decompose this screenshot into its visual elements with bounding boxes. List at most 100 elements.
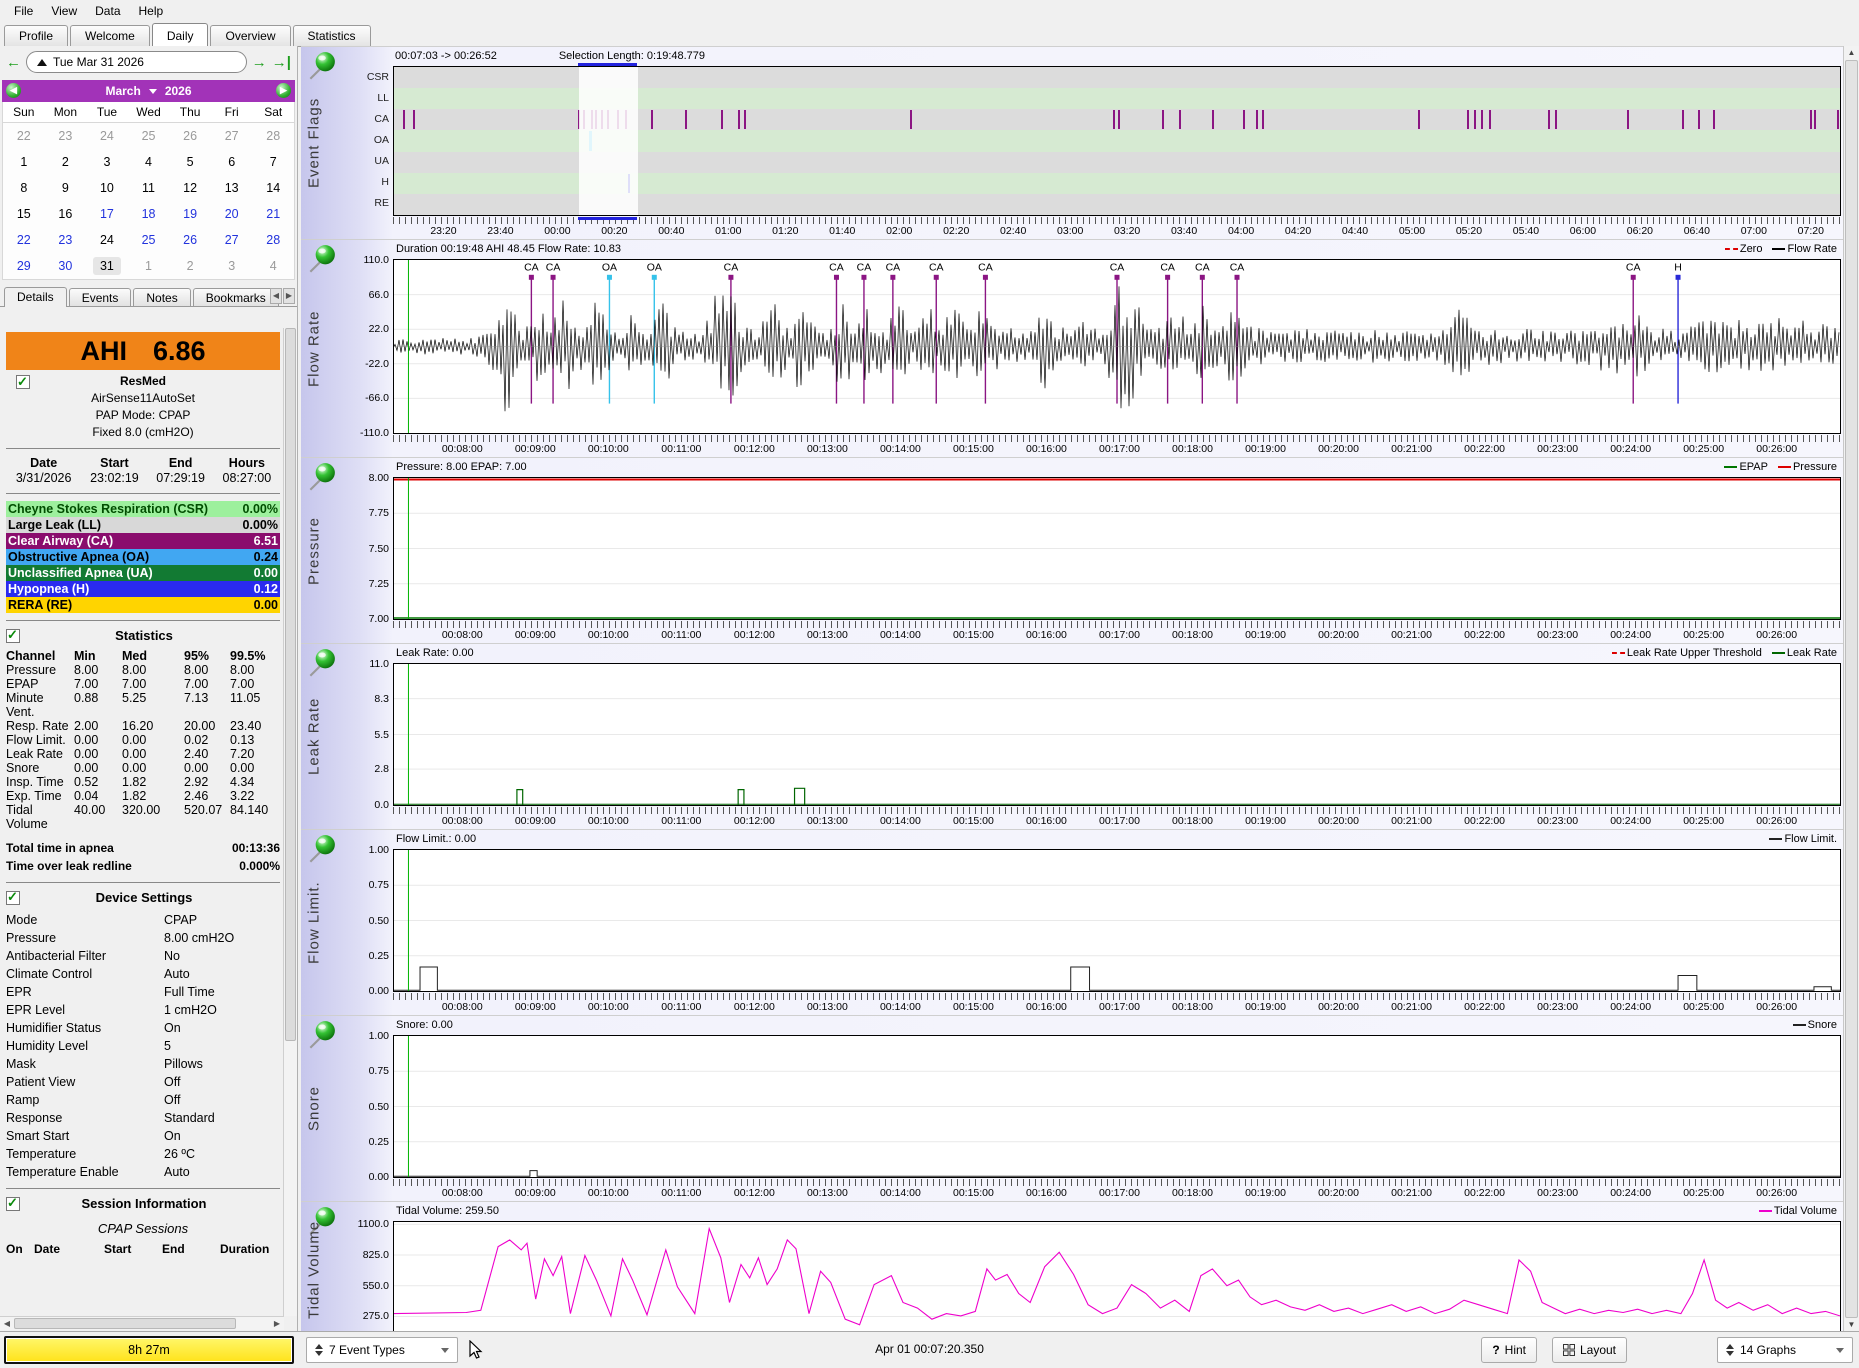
- scroll-right-icon[interactable]: ▶: [270, 1319, 284, 1328]
- calendar-day-3[interactable]: 3: [211, 259, 253, 273]
- calendar-day-9[interactable]: 9: [45, 181, 87, 195]
- calendar-day-27[interactable]: 27: [211, 233, 253, 247]
- calendar-day-8[interactable]: 8: [3, 181, 45, 195]
- calendar-day-27[interactable]: 27: [211, 129, 253, 143]
- chart-plot-area[interactable]: CSR LL CA OA UA H RE: [367, 66, 1841, 216]
- calendar-day-10[interactable]: 10: [86, 181, 128, 195]
- calendar-month[interactable]: March: [105, 84, 140, 98]
- stat-cell: 7.13: [184, 691, 209, 705]
- calendar-day-1[interactable]: 1: [3, 155, 45, 169]
- stat-cell: 0.00: [184, 761, 209, 775]
- calendar-day-24[interactable]: 24: [86, 129, 128, 143]
- calendar-day-25[interactable]: 25: [128, 129, 170, 143]
- session-info-checkbox[interactable]: [6, 1195, 20, 1211]
- calendar-day-29[interactable]: 29: [3, 259, 45, 273]
- detail-tabs-scroll-left-icon[interactable]: ◀: [270, 288, 282, 304]
- detail-tab-events[interactable]: Events: [68, 288, 132, 306]
- calendar-day-14[interactable]: 14: [252, 181, 294, 195]
- calendar-day-26[interactable]: 26: [169, 233, 211, 247]
- tab-daily[interactable]: Daily: [151, 23, 209, 47]
- calendar-day-24[interactable]: 24: [86, 233, 128, 247]
- graphs-dropdown[interactable]: 14 Graphs: [1717, 1337, 1853, 1363]
- calendar-day-6[interactable]: 6: [211, 155, 253, 169]
- y-axis-tick-label: 275.0: [362, 1310, 389, 1323]
- detail-tabs-scroll-right-icon[interactable]: ▶: [283, 288, 295, 304]
- calendar-day-28[interactable]: 28: [252, 129, 294, 143]
- calendar-day-30[interactable]: 30: [45, 259, 87, 273]
- statistics-checkbox[interactable]: [6, 627, 20, 643]
- tab-welcome[interactable]: Welcome: [70, 25, 150, 46]
- calendar-day-13[interactable]: 13: [211, 181, 253, 195]
- calendar-day-23[interactable]: 23: [45, 233, 87, 247]
- x-axis-tick-label: 06:00: [1569, 225, 1597, 237]
- tab-statistics[interactable]: Statistics: [292, 25, 371, 46]
- weekday-mon: Mon: [53, 105, 78, 119]
- menu-help[interactable]: Help: [131, 2, 172, 20]
- calendar-day-17[interactable]: 17: [86, 207, 128, 221]
- next-day-arrow-icon[interactable]: →: [252, 55, 267, 70]
- calendar-next-month-icon[interactable]: ▶: [276, 83, 291, 98]
- stat-row: Tidal Volume 40.00 320.00 520.07 84.140: [6, 803, 280, 831]
- tab-overview[interactable]: Overview: [210, 25, 291, 46]
- date-selector[interactable]: Tue Mar 31 2026: [26, 51, 247, 73]
- calendar-day-22[interactable]: 22: [3, 129, 45, 143]
- calendar-day-31[interactable]: 31: [86, 257, 128, 275]
- stat-cell: 16.20: [122, 719, 154, 733]
- x-axis-tick-label: 00:15:00: [952, 1187, 994, 1199]
- calendar-day-28[interactable]: 28: [252, 233, 294, 247]
- calendar-day-20[interactable]: 20: [211, 207, 253, 221]
- chart-plot-area[interactable]: 11.0 8.3 5.5 2.8 0.0: [369, 658, 1841, 811]
- calendar-day-2[interactable]: 2: [169, 259, 211, 273]
- chart-plot-area[interactable]: 8.00 7.75 7.50 7.25 7.00: [369, 472, 1841, 625]
- detail-tab-notes[interactable]: Notes: [133, 288, 191, 306]
- month-dropdown-icon[interactable]: [148, 88, 157, 94]
- menu-view[interactable]: View: [43, 2, 85, 20]
- calendar-day-4[interactable]: 4: [128, 155, 170, 169]
- calendar-day-12[interactable]: 12: [169, 181, 211, 195]
- session-info-header: Session Information: [6, 1195, 280, 1211]
- calendar-prev-month-icon[interactable]: ◀: [6, 83, 21, 98]
- graphs-vertical-scrollbar[interactable]: ▲ ▼: [1843, 46, 1859, 1332]
- scroll-down-icon[interactable]: ▼: [1844, 1318, 1859, 1332]
- calendar-day-11[interactable]: 11: [128, 181, 170, 195]
- scroll-left-icon[interactable]: ◀: [0, 1319, 14, 1328]
- calendar-day-18[interactable]: 18: [128, 207, 170, 221]
- calendar-day-2[interactable]: 2: [45, 155, 87, 169]
- tab-profile[interactable]: Profile: [4, 25, 69, 46]
- calendar-day-22[interactable]: 22: [3, 233, 45, 247]
- calendar-year[interactable]: 2026: [165, 84, 192, 98]
- chart-plot-area[interactable]: CA CA OA OA CA CA CA CA CA CA CA CA CA CA CA H 110.0 66.0…: [360, 254, 1841, 439]
- calendar-day-23[interactable]: 23: [45, 129, 87, 143]
- details-vertical-scrollbar[interactable]: [283, 328, 297, 1316]
- prev-day-arrow-icon[interactable]: ←: [6, 55, 21, 70]
- selection-highlight[interactable]: [579, 67, 639, 215]
- menu-file[interactable]: File: [6, 2, 41, 20]
- machine-info-checkbox[interactable]: [16, 373, 30, 390]
- chart-plot-area[interactable]: 1.00 0.75 0.50 0.25 0.00: [369, 1030, 1841, 1183]
- detail-tab-details[interactable]: Details: [4, 287, 67, 307]
- calendar-day-16[interactable]: 16: [45, 207, 87, 221]
- calendar-day-19[interactable]: 19: [169, 207, 211, 221]
- calendar-day-5[interactable]: 5: [169, 155, 211, 169]
- layout-button[interactable]: Layout: [1551, 1337, 1627, 1363]
- calendar-day-7[interactable]: 7: [252, 155, 294, 169]
- chart-plot-area[interactable]: 1.00 0.75 0.50 0.25 0.00: [369, 844, 1841, 997]
- hint-button[interactable]: ? Hint: [1481, 1337, 1537, 1363]
- calendar-day-25[interactable]: 25: [128, 233, 170, 247]
- stat-cell: 2.92: [184, 775, 209, 789]
- last-day-arrow-icon[interactable]: →|: [272, 55, 291, 70]
- details-horizontal-scrollbar[interactable]: ◀ ▶: [0, 1316, 284, 1330]
- menu-data[interactable]: Data: [87, 2, 128, 20]
- detail-tab-bookmarks[interactable]: Bookmarks: [192, 288, 279, 306]
- calendar-day-21[interactable]: 21: [252, 207, 294, 221]
- calendar-day-26[interactable]: 26: [169, 129, 211, 143]
- x-axis-tick-label: 06:40: [1683, 225, 1710, 237]
- calendar-day-3[interactable]: 3: [86, 155, 128, 169]
- scroll-up-icon[interactable]: ▲: [1844, 46, 1859, 60]
- chart-plot-area[interactable]: 1100.0 825.0 550.0 275.0: [358, 1218, 1841, 1337]
- device-settings-checkbox[interactable]: [6, 889, 20, 905]
- calendar-day-1[interactable]: 1: [128, 259, 170, 273]
- calendar-day-4[interactable]: 4: [252, 259, 294, 273]
- stat-col-Min: Min: [74, 649, 96, 663]
- calendar-day-15[interactable]: 15: [3, 207, 45, 221]
